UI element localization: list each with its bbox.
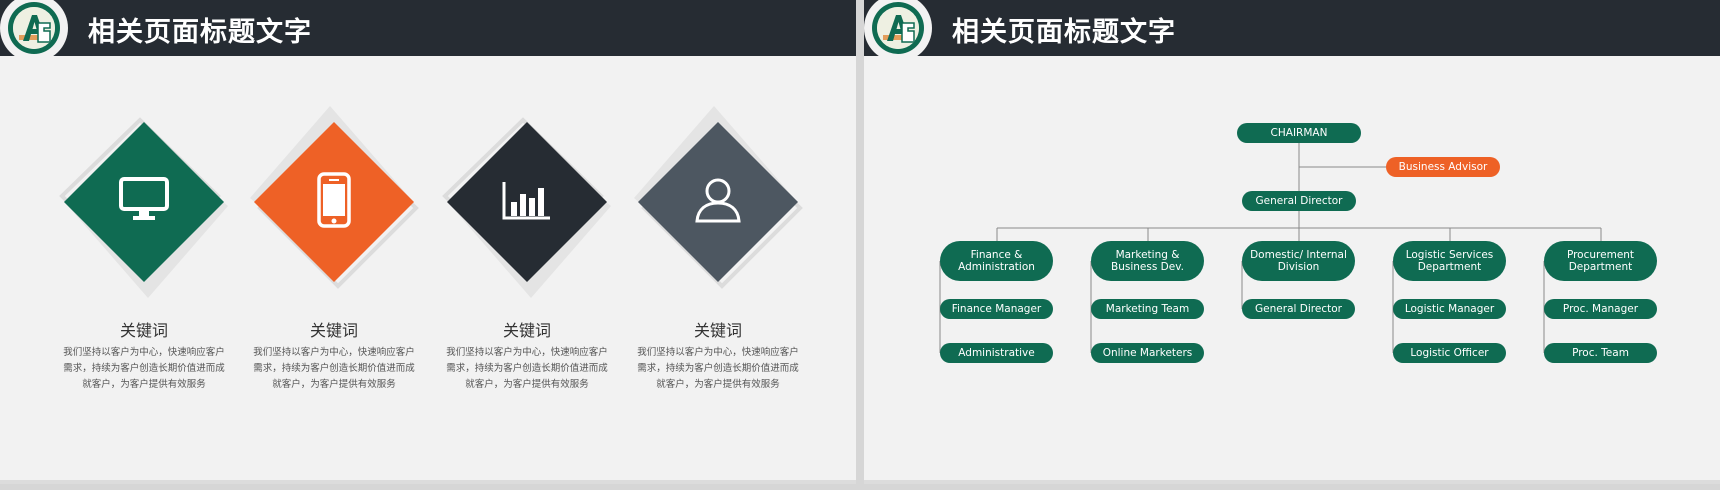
phone-icon: [317, 172, 351, 232]
org-node-child[interactable]: Marketing Team: [1091, 299, 1204, 319]
org-node-child[interactable]: Logistic Manager: [1393, 299, 1506, 319]
slide-header: 相关页面标题文字: [0, 0, 856, 56]
org-node-child[interactable]: General Director: [1242, 299, 1355, 319]
bar-chart-icon: [502, 180, 552, 224]
org-node-child[interactable]: Proc. Manager: [1544, 299, 1657, 319]
org-node-advisor[interactable]: Business Advisor: [1386, 157, 1500, 177]
org-node-child[interactable]: Online Marketers: [1091, 343, 1204, 363]
logo-icon: [13, 7, 55, 49]
keyword-tile[interactable]: [250, 106, 419, 289]
keyword-description: 我们坚持以客户为中心，快速响应客户需求，持续为客户创造长期价值进而成就客户，为客…: [637, 347, 799, 390]
monitor-icon: [119, 177, 169, 227]
slide-org-chart: 相关页面标题文字 CHAIRMAN Business Advisor Gener…: [864, 0, 1720, 484]
org-node-child[interactable]: Finance Manager: [940, 299, 1053, 319]
org-node-child[interactable]: Proc. Team: [1544, 343, 1657, 363]
keyword-title: 关键词: [502, 321, 551, 340]
keyword-tile[interactable]: [634, 106, 803, 289]
org-node-department[interactable]: Logistic Services Department: [1393, 241, 1506, 281]
keyword-tile[interactable]: [442, 117, 611, 298]
org-node-chairman[interactable]: CHAIRMAN: [1237, 123, 1361, 143]
org-node-child[interactable]: Administrative: [940, 343, 1053, 363]
page-title: 相关页面标题文字: [88, 17, 312, 48]
org-node-general-director[interactable]: General Director: [1242, 191, 1356, 211]
slide-keywords: 相关页面标题文字 关键词我们坚持以客户为中心，快速响应客户需求，持续为客户创造长…: [0, 0, 856, 484]
org-node-department[interactable]: Marketing & Business Dev.: [1091, 241, 1204, 281]
keyword-description: 我们坚持以客户为中心，快速响应客户需求，持续为客户创造长期价值进而成就客户，为客…: [253, 347, 415, 390]
keyword-description: 我们坚持以客户为中心，快速响应客户需求，持续为客户创造长期价值进而成就客户，为客…: [446, 347, 608, 390]
keyword-title: 关键词: [309, 321, 358, 340]
user-icon: [694, 176, 742, 228]
keyword-tile[interactable]: [59, 117, 228, 298]
keyword-description: 我们坚持以客户为中心，快速响应客户需求，持续为客户创造长期价值进而成就客户，为客…: [63, 347, 225, 390]
org-node-department[interactable]: Finance & Administration: [940, 241, 1053, 281]
org-node-department[interactable]: Domestic/ Internal Division: [1242, 241, 1355, 281]
keyword-title: 关键词: [119, 321, 168, 340]
org-node-child[interactable]: Logistic Officer: [1393, 343, 1506, 363]
org-node-department[interactable]: Procurement Department: [1544, 241, 1657, 281]
keyword-title: 关键词: [693, 321, 742, 340]
